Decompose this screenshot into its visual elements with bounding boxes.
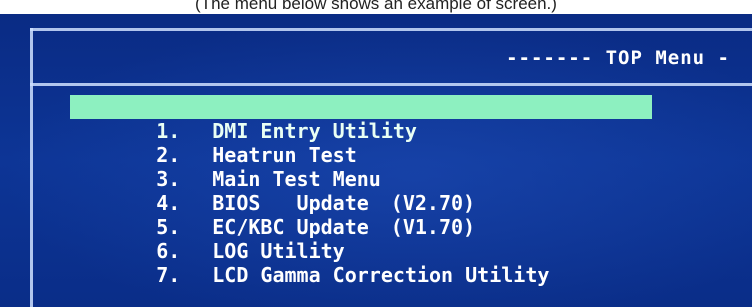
- menu-item-main-test-menu[interactable]: 3. Main Test Menu: [70, 143, 652, 191]
- menu-item-ec-kbc-update[interactable]: 5. EC/KBC Update (V1.70): [70, 191, 652, 239]
- top-menu-list: 1. DMI Entry Utility 2. Heatrun Test 3. Mai…: [70, 95, 652, 287]
- menu-title: ------- TOP Menu -: [506, 47, 730, 69]
- menu-item-heatrun-test[interactable]: 2. Heatrun Test: [70, 119, 652, 167]
- frame-left-border: [30, 28, 33, 307]
- header-divider: [30, 83, 752, 86]
- menu-item-label: LCD Gamma Correction Utility: [212, 263, 550, 287]
- bios-screen: ------- TOP Menu - 1. DMI Entry Utility 2…: [0, 14, 752, 307]
- menu-item-log-utility[interactable]: 6. LOG Utility: [70, 215, 652, 263]
- menu-item-lcd-gamma-correction[interactable]: 7. LCD Gamma Correction Utility: [70, 239, 652, 287]
- menu-item-dmi-entry-utility[interactable]: 1. DMI Entry Utility: [70, 95, 652, 143]
- menu-item-bios-update[interactable]: 4. BIOS Update (V2.70): [70, 167, 652, 215]
- screenshot-caption: (The menu below shows an example of scre…: [195, 0, 557, 13]
- menu-item-number: 7.: [156, 263, 181, 287]
- frame-top-border: [30, 28, 752, 31]
